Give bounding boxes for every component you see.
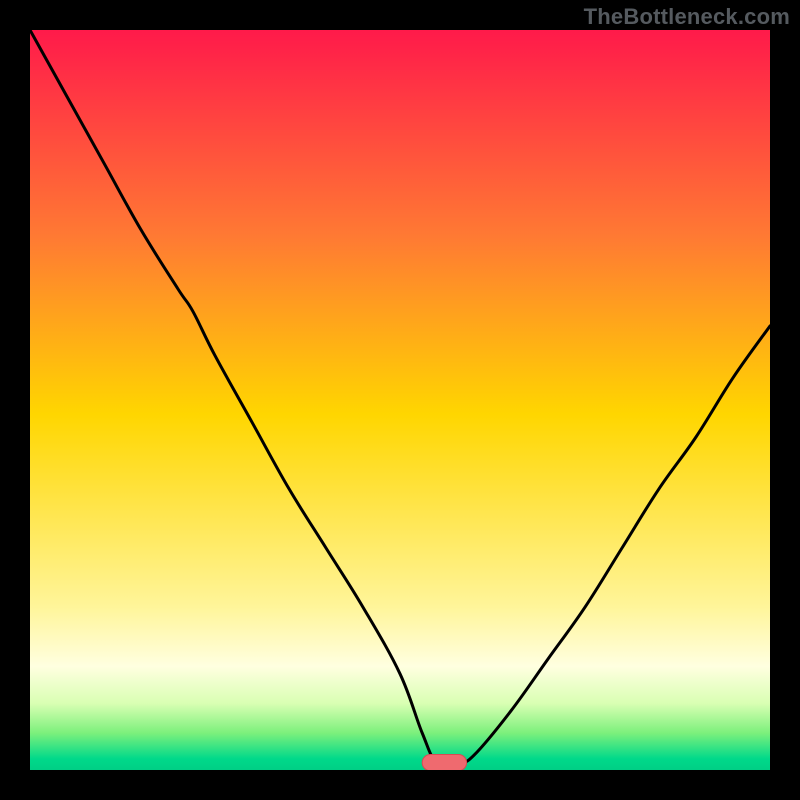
optimal-point-marker [422,754,466,770]
chart-background [30,30,770,770]
bottleneck-chart [30,30,770,770]
chart-frame: TheBottleneck.com [0,0,800,800]
watermark-text: TheBottleneck.com [584,4,790,30]
